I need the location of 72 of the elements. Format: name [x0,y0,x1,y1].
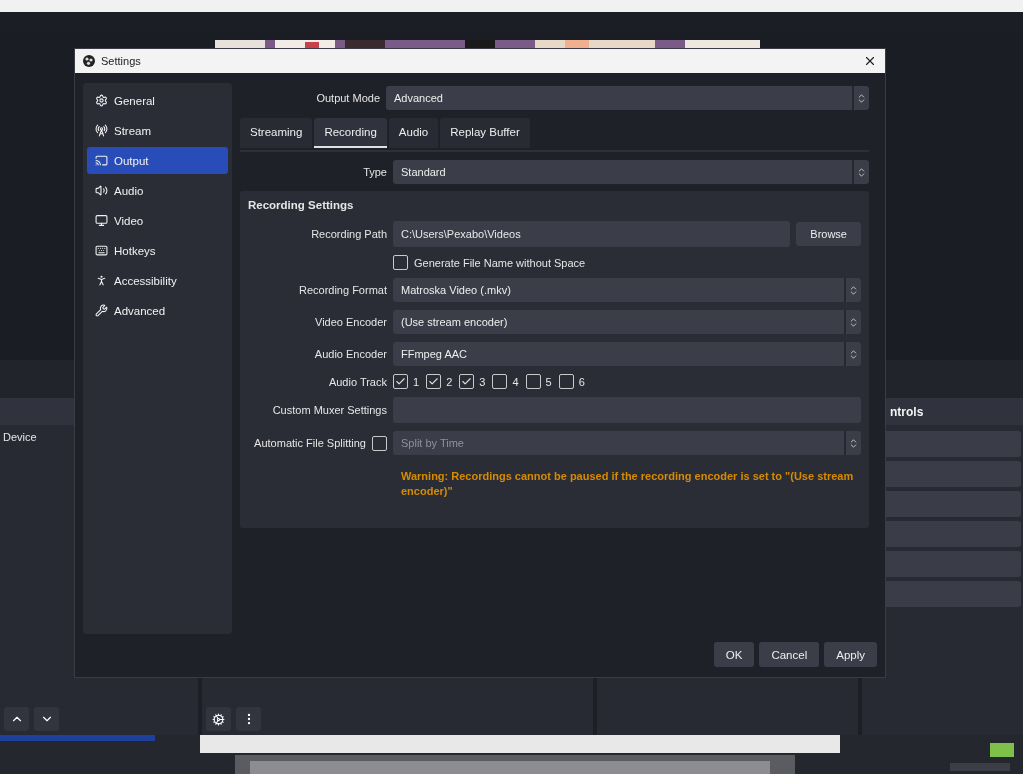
tab[interactable]: Replay Buffer [440,118,530,148]
warning-text: Warning: Recordings cannot be paused if the recording encoder is set to "(Use stream encoder)" [401,469,855,499]
antenna-icon [95,124,108,137]
tools-icon [95,304,108,317]
checkbox[interactable] [492,374,508,389]
checkbox-label: 6 [578,375,585,388]
field-label: Recording Path [310,228,387,240]
field-label: Output Mode [315,92,380,104]
window-title: Settings [101,55,142,67]
dialog-button[interactable]: Apply [824,642,877,667]
settings-button[interactable] [206,707,231,731]
field-label: Automatic File Splitting [254,437,366,449]
checkbox[interactable] [393,374,408,389]
move-up-button[interactable] [4,707,29,731]
dropdown[interactable]: FFmpeg AAC [393,342,861,366]
chevrons-icon [848,437,859,449]
sidebar-item[interactable]: Video [87,207,228,234]
keyboard-icon [95,244,108,257]
dropdown[interactable]: (Use stream encoder) [393,310,861,334]
sidebar-item[interactable]: Stream [87,117,228,144]
sidebar-item[interactable]: Output [87,147,228,174]
person-icon [95,274,108,287]
checkbox[interactable] [525,374,541,389]
field-label: Recording Format [297,284,387,296]
checkbox-label: Generate File Name without Space [414,256,586,269]
chevrons-icon [848,316,859,328]
field-label: Audio Track [327,375,387,388]
tab[interactable]: Audio [388,118,439,148]
settings-icon [95,94,108,107]
dialog-button[interactable]: OK [713,642,755,667]
check-icon [395,376,406,387]
sidebar-item[interactable]: Audio [87,177,228,204]
checkbox[interactable] [393,255,408,270]
sidebar-item[interactable]: Hotkeys [87,237,228,264]
dropdown[interactable]: Matroska Video (.mkv) [393,278,861,302]
settings-icon [212,712,225,726]
chevrons-icon [848,348,859,360]
chevrons-icon [856,166,867,178]
sidebar-item[interactable]: Accessibility [87,267,228,294]
checkbox-label: 3 [479,375,486,388]
checkbox[interactable] [558,374,574,389]
checkbox[interactable] [426,374,442,389]
move-down-button[interactable] [34,707,59,731]
sidebar-item[interactable]: General [87,87,228,114]
screen-icon [95,154,108,167]
chevrons-icon [856,92,867,104]
field-label: Audio Encoder [313,348,387,360]
section-title: Recording Settings [248,199,355,211]
checkbox-label: 2 [446,375,453,388]
monitor-icon [95,214,108,227]
path-field[interactable]: C:\Users\Pexabo\Videos [393,221,791,247]
app-logo-icon [83,55,95,67]
chevrons-icon [848,284,859,296]
checkbox-label: 1 [413,375,420,388]
close-icon[interactable] [863,54,877,68]
field-label: Video Encoder [314,316,387,328]
checkbox-label: 4 [512,375,519,388]
speaker-icon [95,184,108,197]
checkbox[interactable] [459,374,475,389]
field-label: Custom Muxer Settings [271,404,387,416]
tab[interactable]: Recording [314,118,387,148]
dropdown[interactable]: Advanced [386,86,869,110]
tab[interactable]: Streaming [240,118,313,148]
panel-title: ntrols [890,404,924,419]
checkbox-label: 5 [545,375,552,388]
sidebar-item[interactable]: Advanced [87,297,228,324]
field-label: Type [362,166,387,178]
dialog-button[interactable]: Cancel [759,642,820,667]
dropdown[interactable]: Standard [393,160,869,184]
browse-button[interactable]: Browse [796,222,861,246]
check-icon [461,376,473,387]
check-icon [428,376,440,387]
